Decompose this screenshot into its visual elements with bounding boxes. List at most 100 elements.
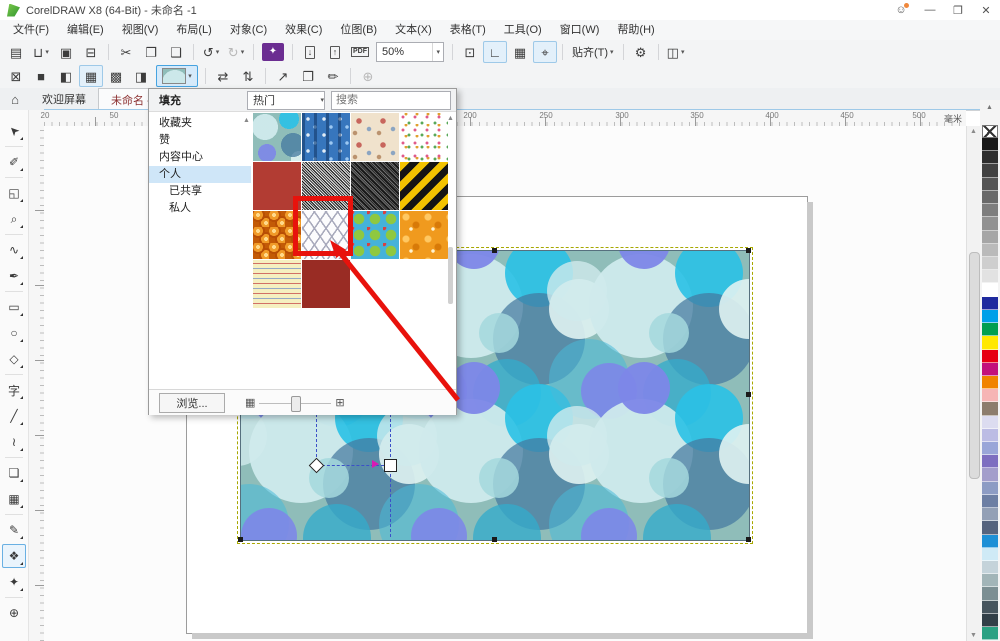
new-document[interactable]: ▤ — [4, 41, 28, 63]
application-launcher-dropdown[interactable]: ▾ — [681, 48, 685, 56]
pattern-swatch-blue-denim[interactable] — [302, 113, 350, 161]
undo-dropdown[interactable]: ▾ — [216, 48, 220, 56]
palette-swatch[interactable] — [982, 521, 998, 534]
menu-item[interactable]: 文本(X) — [386, 20, 441, 40]
palette-swatch[interactable] — [982, 627, 998, 640]
palette-swatch[interactable] — [982, 548, 998, 561]
pattern-swatch-lined-paper[interactable] — [253, 260, 301, 308]
bitmap-pattern-fill[interactable]: ▩ — [104, 65, 128, 87]
pattern-swatch-white-confetti[interactable] — [400, 113, 448, 161]
palette-swatch[interactable] — [982, 323, 998, 336]
open-document[interactable]: ⊔▾ — [29, 41, 53, 63]
palette-swatch[interactable] — [982, 508, 998, 521]
category-item[interactable]: 已共享 — [149, 183, 251, 200]
scroll-up-icon[interactable]: ▲ — [970, 128, 977, 135]
mirror-fill-vertical[interactable]: ⇅ — [236, 65, 260, 87]
palette-swatch[interactable] — [982, 416, 998, 429]
palette-swatch[interactable] — [982, 217, 998, 230]
crop-tool[interactable]: ◱ — [2, 181, 26, 205]
save-document[interactable]: ▣ — [54, 41, 78, 63]
freehand-tool[interactable]: ∿ — [2, 238, 26, 262]
uniform-fill[interactable]: ■ — [29, 65, 53, 87]
category-scroll-up-icon[interactable]: ▲ — [243, 117, 250, 124]
palette-swatch[interactable] — [982, 389, 998, 402]
scroll-up-icon[interactable]: ▲ — [447, 115, 454, 122]
browse-button[interactable]: 浏览... — [159, 393, 225, 413]
menu-item[interactable]: 位图(B) — [331, 20, 386, 40]
vertical-ruler[interactable] — [28, 126, 45, 641]
menu-item[interactable]: 对象(C) — [221, 20, 276, 40]
menu-item[interactable]: 工具(O) — [495, 20, 551, 40]
transform-fill-with-object[interactable]: ↗ — [271, 65, 295, 87]
palette-swatch[interactable] — [982, 336, 998, 349]
shape-tool[interactable]: ✐ — [2, 150, 26, 174]
palette-swatch[interactable] — [982, 270, 998, 283]
pattern-swatch-blue-bubbles[interactable] — [253, 113, 301, 161]
pattern-swatch-beige-floral[interactable] — [351, 113, 399, 161]
palette-swatch[interactable] — [982, 468, 998, 481]
application-launcher[interactable]: ◫▾ — [664, 41, 688, 63]
menu-item[interactable]: 编辑(E) — [58, 20, 113, 40]
scrollbar-thumb[interactable] — [969, 252, 980, 479]
artistic-media-tool[interactable]: ✒ — [2, 264, 26, 288]
palette-no-color-swatch[interactable] — [982, 125, 998, 138]
palette-swatch[interactable] — [982, 297, 998, 310]
transparency-tool[interactable]: ▦ — [2, 487, 26, 511]
print[interactable]: ⊟ — [79, 41, 103, 63]
palette-swatch[interactable] — [982, 587, 998, 600]
interactive-fill-tool[interactable]: ❖ — [2, 544, 26, 568]
drop-shadow-tool[interactable]: ❏ — [2, 461, 26, 485]
swatch-grid-scrollbar[interactable]: ▲ — [447, 113, 455, 389]
no-fill[interactable]: ⊠ — [4, 65, 28, 87]
category-item[interactable]: 内容中心 — [149, 149, 251, 166]
pattern-swatch-hazard-stripes[interactable] — [400, 162, 448, 210]
menu-item[interactable]: 布局(L) — [167, 20, 220, 40]
palette-swatch[interactable] — [982, 350, 998, 363]
connector-tool[interactable]: ≀ — [2, 430, 26, 454]
fill-scale-square-handle[interactable] — [384, 459, 397, 472]
fountain-fill[interactable]: ◧ — [54, 65, 78, 87]
palette-swatch[interactable] — [982, 561, 998, 574]
open-document-dropdown[interactable]: ▾ — [45, 48, 49, 56]
restore-button[interactable]: ❐ — [944, 0, 972, 20]
category-item[interactable]: 个人 — [149, 166, 251, 183]
close-button[interactable]: ✕ — [972, 0, 1000, 20]
fill-filter-dropdown[interactable]: 热门 ▾ — [247, 91, 325, 110]
ellipse-tool[interactable]: ○ — [2, 321, 26, 345]
menu-item[interactable]: 效果(C) — [276, 20, 331, 40]
palette-swatch[interactable] — [982, 429, 998, 442]
palette-swatch[interactable] — [982, 482, 998, 495]
category-item[interactable]: 收藏夹 — [149, 115, 251, 132]
polygon-tool[interactable]: ◇ — [2, 347, 26, 371]
vector-pattern-fill[interactable]: ▦ — [79, 65, 103, 87]
palette-swatch[interactable] — [982, 257, 998, 270]
menu-item[interactable]: 文件(F) — [4, 20, 58, 40]
pattern-swatch-dark-noise[interactable] — [351, 162, 399, 210]
copy-fill[interactable]: ❐ — [296, 65, 320, 87]
export[interactable]: ↑ — [323, 41, 347, 63]
chevron-down-icon[interactable]: ▾ — [188, 72, 192, 80]
palette-swatch[interactable] — [982, 138, 998, 151]
import[interactable]: ↓ — [298, 41, 322, 63]
menu-item[interactable]: 表格(T) — [441, 20, 495, 40]
account-button[interactable]: ☺ — [886, 0, 916, 20]
show-guidelines[interactable]: ⌖ — [533, 41, 557, 63]
category-item[interactable]: 私人 — [149, 200, 251, 217]
full-screen-preview[interactable]: ⊡ — [458, 41, 482, 63]
color-eyedropper-tool[interactable]: ✎ — [2, 518, 26, 542]
selection-handle-top-middle[interactable] — [492, 248, 497, 253]
welcome-home-tab[interactable]: ⌂ — [0, 88, 30, 110]
palette-swatch[interactable] — [982, 204, 998, 217]
menu-item[interactable]: 窗口(W) — [551, 20, 609, 40]
palette-swatch[interactable] — [982, 363, 998, 376]
menu-item[interactable]: 帮助(H) — [608, 20, 663, 40]
zoom-tool[interactable]: ⌕ — [2, 207, 26, 231]
pattern-swatch-dark-red-2[interactable] — [302, 260, 350, 308]
fill-picker[interactable]: ▾ — [156, 65, 198, 87]
palette-swatch[interactable] — [982, 614, 998, 627]
selection-handle-bottom-left[interactable] — [238, 537, 243, 542]
search-input[interactable] — [331, 91, 451, 110]
small-thumbnails-icon[interactable]: ▦ — [245, 396, 255, 409]
palette-swatch[interactable] — [982, 164, 998, 177]
search-content[interactable]: ✦ — [262, 43, 284, 61]
